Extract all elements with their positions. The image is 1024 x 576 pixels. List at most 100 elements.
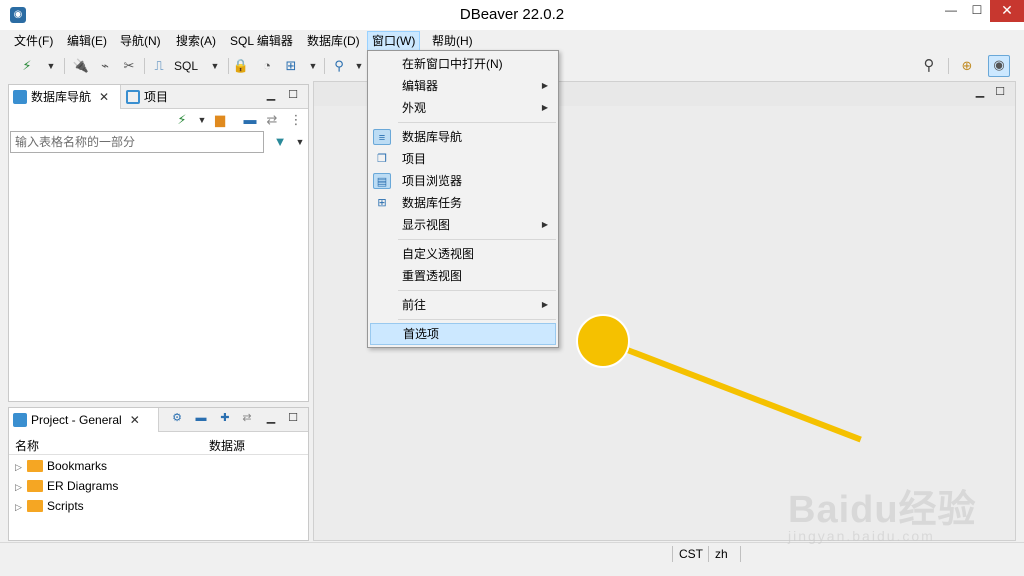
database-navigator-icon: ≡ [373,129,391,145]
annotation-pointer-dot [576,314,630,368]
tree-item-label: Scripts [47,499,84,513]
tasks-icon: ⊞ [377,197,387,209]
menu-item-go-to[interactable]: 前往 ▶ [370,294,556,316]
window-title: DBeaver 22.0.2 [459,6,565,23]
tree-item-er-diagrams[interactable]: ▷ ER Diagrams [15,476,118,496]
chevron-down-icon[interactable]: ▼ [350,57,368,75]
menu-search[interactable]: 搜索(A) [172,31,220,51]
maximize-panel-icon[interactable]: ☐ [287,89,299,101]
toolbar-separator [948,58,949,74]
menu-item-appearance[interactable]: 外观 ▶ [370,97,556,119]
menu-file[interactable]: 文件(F) [10,31,57,51]
tree-item-scripts[interactable]: ▷ Scripts [15,496,84,516]
menu-item-label: 前往 [402,298,427,312]
new-folder-icon[interactable]: ▆ [211,111,229,129]
search-icon[interactable]: ⚲ [330,57,348,75]
search-icon[interactable]: ⚲ [920,57,938,75]
new-connection-icon[interactable]: ⚡ [173,111,191,129]
menu-item-preferences[interactable]: 首选项 [370,323,556,345]
toolbar-separator [228,58,229,74]
status-locale: zh [708,546,728,562]
disconnect-all-icon[interactable]: ✂ [120,57,138,75]
tab-project-general[interactable]: Project - General ✕ [9,408,159,432]
project-icon: ❐ [377,153,387,165]
menu-item-open-new-window[interactable]: 在新窗口中打开(N) [370,53,556,75]
chevron-down-icon[interactable]: ▼ [304,57,322,75]
minimize-panel-icon[interactable]: ▁ [974,86,986,98]
tasks-icon[interactable]: ⊞ [282,57,300,75]
tree-item-bookmarks[interactable]: ▷ Bookmarks [15,456,107,476]
close-tab-icon[interactable]: ✕ [130,413,140,427]
menu-edit[interactable]: 编辑(E) [63,31,111,51]
database-navigator-panel: 数据库导航 ✕ 项目 ▁ ☐ ⚡ ▼ ▆ ▬ ⇄ ⋮ 输入表格名称的一部分 ▼ ▼ [8,84,309,402]
expand-arrow-icon[interactable]: ▷ [15,497,25,517]
tab-label: Project - General [31,413,122,427]
menu-separator [398,290,556,291]
link-editor-icon[interactable]: ⇄ [241,412,253,424]
link-editor-icon[interactable]: ⇄ [263,111,281,129]
menu-item-database-tasks[interactable]: ⊞ 数据库任务 [370,192,556,214]
baidu-jingyan-watermark: Baidu经验 jingyan.baidu.com [788,478,988,548]
sql-editor-icon[interactable]: ⎍ [150,57,168,75]
new-connection-icon[interactable]: ⚡ [18,57,36,75]
connect-icon[interactable]: 🔌 [72,57,90,75]
menu-item-label: 自定义透视图 [402,247,475,261]
minimize-button[interactable]: — [938,0,964,22]
filter-input[interactable]: 输入表格名称的一部分 [10,131,264,153]
column-name[interactable]: 名称 [15,437,39,454]
expand-arrow-icon[interactable]: ▷ [15,477,25,497]
close-tab-icon[interactable]: ✕ [99,90,109,104]
maximize-panel-icon[interactable]: ☐ [994,86,1006,98]
scripts-folder-icon [27,500,43,512]
close-button[interactable]: ✕ [990,0,1024,22]
project-explorer-icon: ▤ [373,173,391,189]
maximize-button[interactable]: ☐ [964,0,990,22]
collapse-all-icon[interactable]: ▬ [195,412,207,424]
tab-database-navigator[interactable]: 数据库导航 ✕ [9,85,121,109]
disconnect-icon[interactable]: ⌁ [96,57,114,75]
chevron-down-icon[interactable]: ▼ [42,57,60,75]
menu-item-project-explorer[interactable]: ▤ 项目浏览器 [370,170,556,192]
menu-item-label: 数据库导航 [402,130,463,144]
menu-item-editor[interactable]: 编辑器 ▶ [370,75,556,97]
tab-label: 数据库导航 [31,90,92,104]
view-menu-icon[interactable]: ⋮ [287,111,305,129]
chevron-down-icon[interactable]: ▼ [206,57,224,75]
menu-sql-editor[interactable]: SQL 编辑器 [226,31,297,51]
column-datasource[interactable]: 数据源 [209,437,245,454]
menu-separator [398,319,556,320]
sql-button[interactable]: SQL [174,57,198,75]
window-menu-dropdown: 在新窗口中打开(N) 编辑器 ▶ 外观 ▶ ≡ 数据库导航 ❐ 项目 ▤ 项目浏览器 ⊞ 数… [367,50,559,348]
project-tabs: Project - General ✕ ⚙ ▬ ✚ ⇄ ▁ ☐ [9,408,308,432]
menu-item-label: 外观 [402,101,427,115]
menu-item-reset-perspective[interactable]: 重置透视图 [370,265,556,287]
menu-navigate[interactable]: 导航(N) [116,31,165,51]
menu-item-show-view[interactable]: 显示视图 ▶ [370,214,556,236]
lock-icon[interactable]: 🔒 [232,57,250,75]
project-panel: Project - General ✕ ⚙ ▬ ✚ ⇄ ▁ ☐ 名称 数据源 ▷ B… [8,407,309,541]
expand-arrow-icon[interactable]: ▷ [15,457,25,477]
open-perspective-icon[interactable]: ⊕ [958,57,976,75]
maximize-panel-icon[interactable]: ☐ [287,412,299,424]
collapse-all-icon[interactable]: ▬ [241,111,259,129]
menu-database[interactable]: 数据库(D) [303,31,364,51]
chevron-down-icon[interactable]: ▼ [291,133,309,151]
dashboard-icon[interactable]: ◔ [258,57,276,75]
menu-separator [398,239,556,240]
submenu-arrow-icon: ▶ [541,220,548,229]
menu-item-label: 在新窗口中打开(N) [402,57,503,71]
gear-icon[interactable]: ⚙ [171,412,183,424]
expand-all-icon[interactable]: ✚ [219,412,231,424]
minimize-panel-icon[interactable]: ▁ [265,412,277,424]
status-separator [740,546,741,562]
minimize-panel-icon[interactable]: ▁ [265,89,277,101]
menu-help[interactable]: 帮助(H) [428,31,477,51]
menu-item-database-navigator[interactable]: ≡ 数据库导航 [370,126,556,148]
menu-item-projects[interactable]: ❐ 项目 [370,148,556,170]
chevron-down-icon[interactable]: ▼ [193,111,211,129]
dbeaver-perspective-icon[interactable]: ◉ [988,55,1010,77]
menu-item-customize-perspective[interactable]: 自定义透视图 [370,243,556,265]
filter-icon[interactable]: ▼ [271,133,289,151]
menu-window[interactable]: 窗口(W) [367,31,421,51]
tab-projects[interactable]: 项目 [122,85,182,109]
